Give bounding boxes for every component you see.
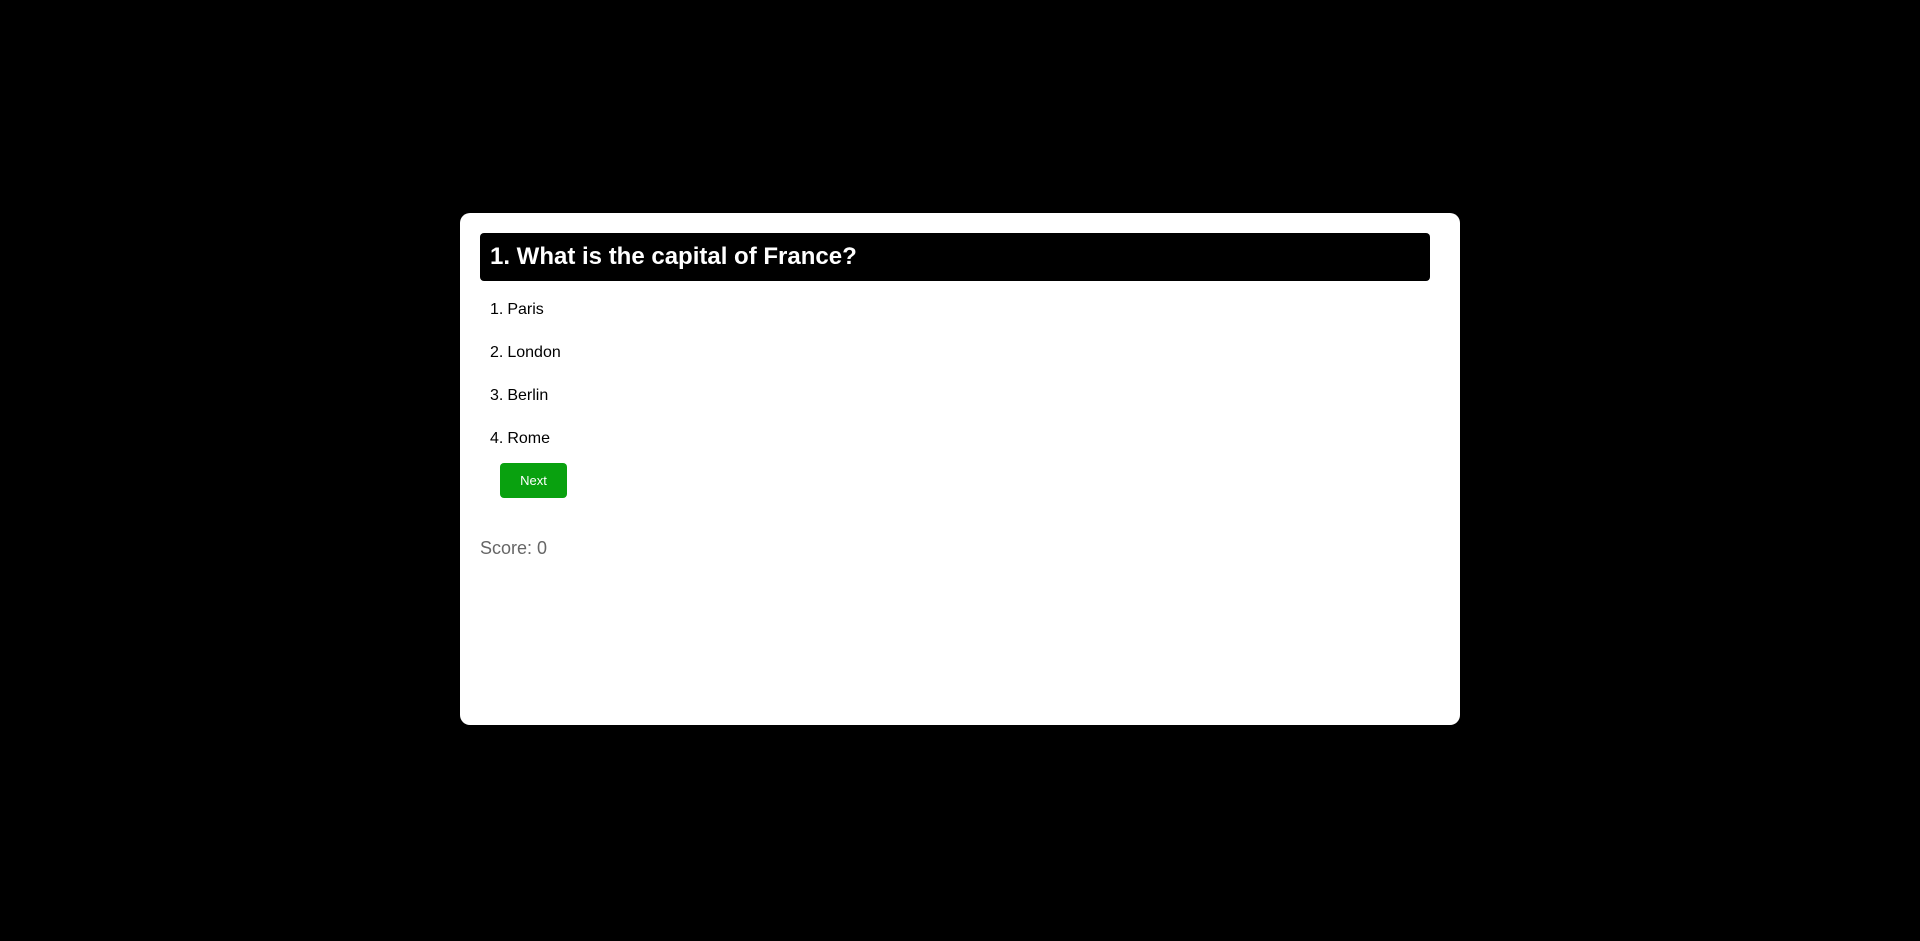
option-number: 3.	[490, 387, 504, 404]
option-label: Paris	[507, 301, 544, 318]
option-item-4[interactable]: 4. Rome	[490, 419, 1440, 462]
option-label: Berlin	[507, 387, 549, 404]
option-label: Rome	[507, 430, 551, 447]
option-label: London	[507, 344, 561, 361]
option-number: 4.	[490, 430, 504, 447]
score-display: Score: 0	[480, 538, 548, 558]
option-number: 2.	[490, 344, 504, 361]
option-item-1[interactable]: 1. Paris	[490, 301, 1440, 333]
quiz-card: 1. What is the capital of France? 1. Par…	[460, 213, 1460, 725]
next-button[interactable]: Next	[500, 463, 567, 498]
option-item-3[interactable]: 3. Berlin	[490, 376, 1440, 419]
option-number: 1.	[490, 301, 504, 318]
option-item-2[interactable]: 2. London	[490, 333, 1440, 376]
question-title: 1. What is the capital of France?	[480, 233, 1430, 281]
options-list: 1. Paris 2. London 3. Berlin 4. Rome	[480, 301, 1440, 462]
